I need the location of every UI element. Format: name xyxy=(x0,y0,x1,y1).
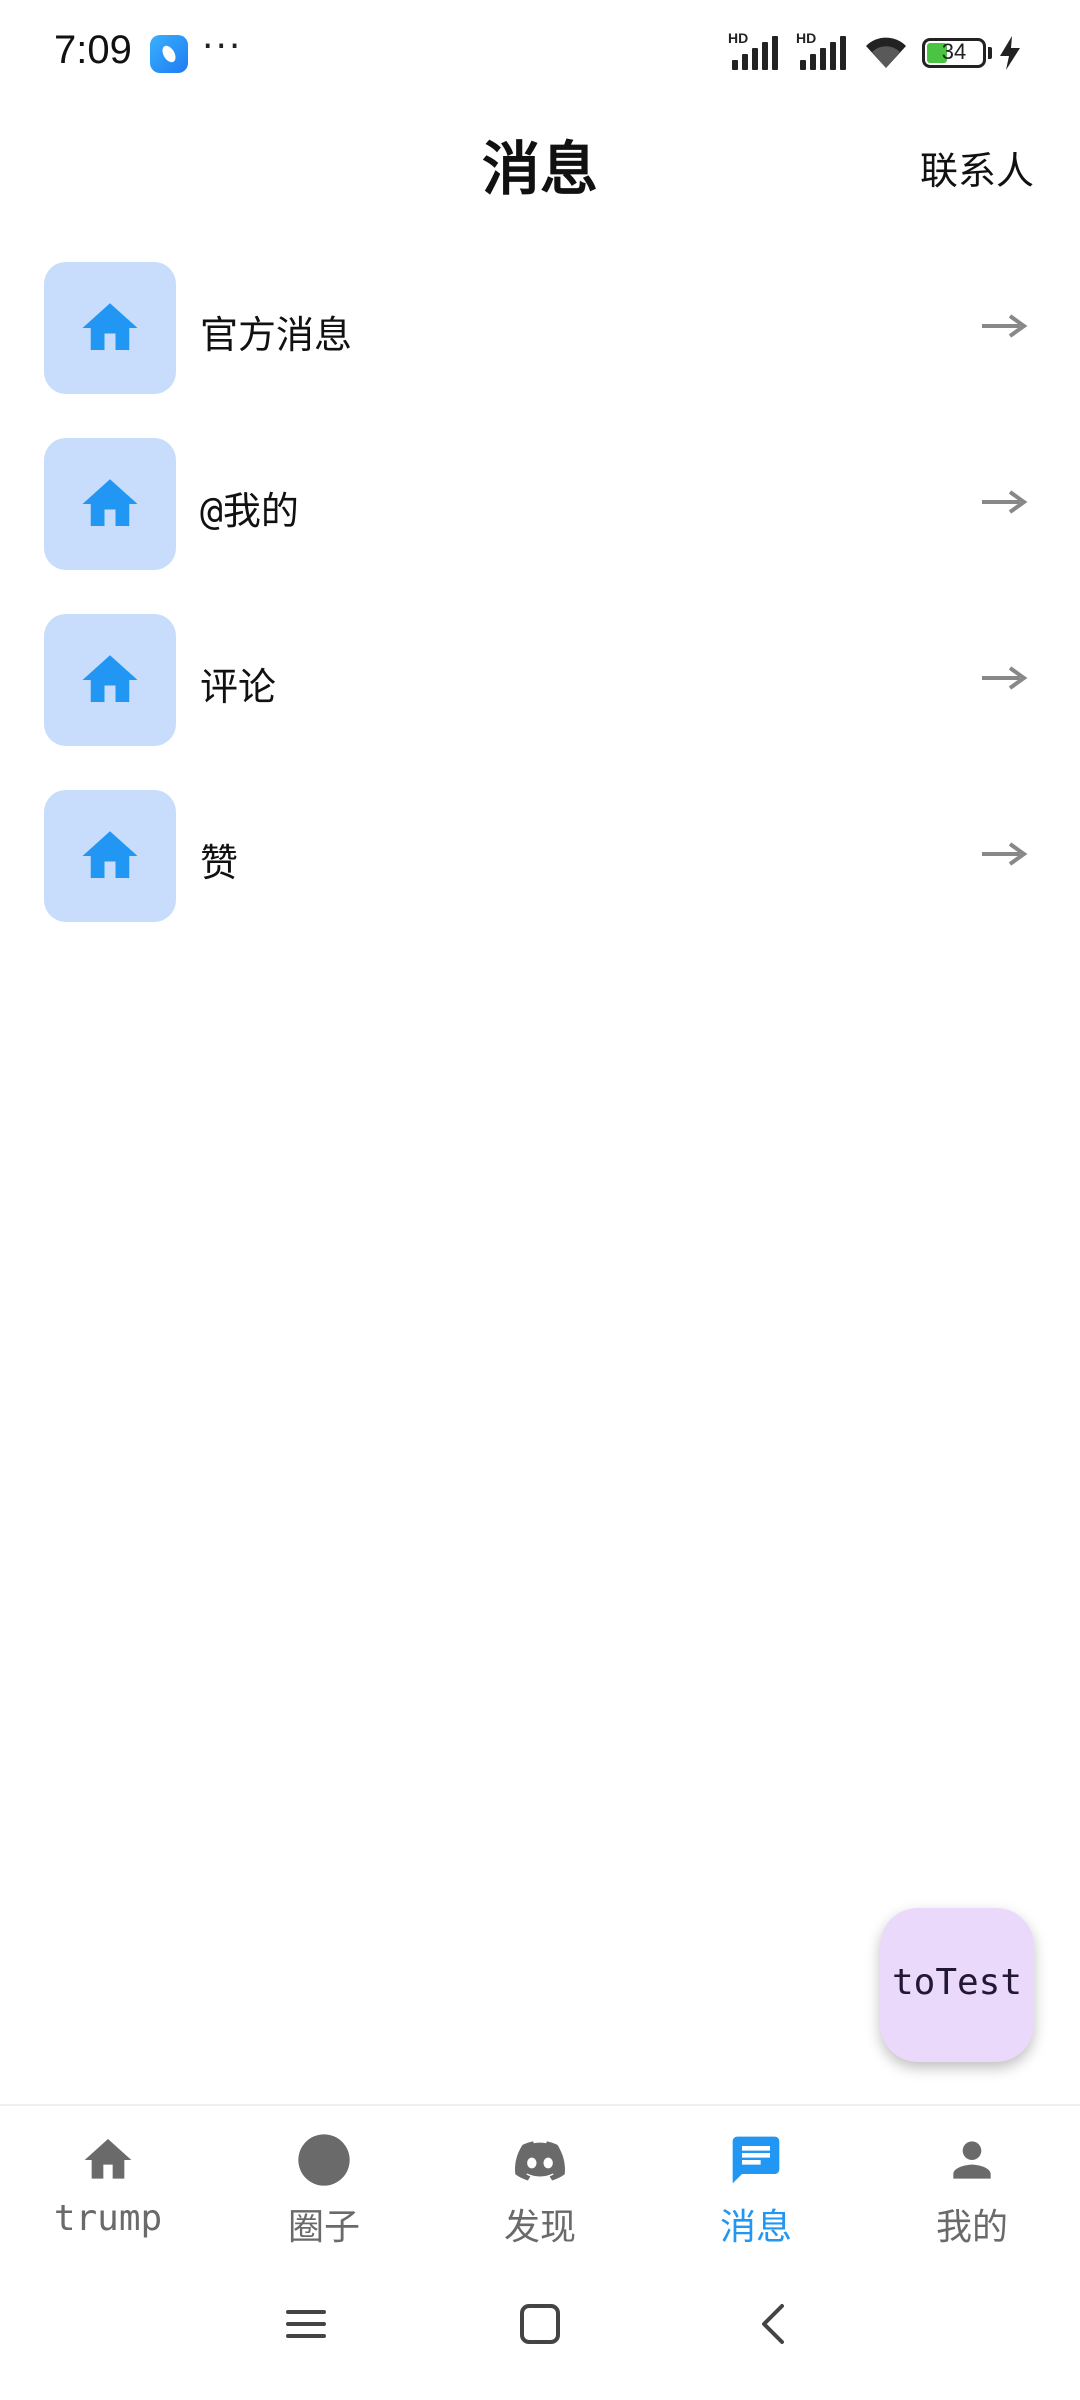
arrow-right-icon xyxy=(982,666,1028,690)
cellular-signal-2-icon: HD xyxy=(796,30,850,70)
page-title: 消息 xyxy=(481,135,598,203)
nav-label: 消息 xyxy=(719,2207,792,2248)
nav-item-mine[interactable]: 我的 xyxy=(864,2106,1080,2266)
system-navigation-bar xyxy=(0,2264,1080,2400)
battery-tip xyxy=(988,47,992,59)
message-icon xyxy=(732,2136,780,2184)
screen: 7:09 ··· HD HD 34 消息 联系人 官方消息 @我的 评论 赞 t… xyxy=(0,0,1080,2400)
list-item-comments[interactable]: 评论 xyxy=(0,612,1080,746)
home-icon xyxy=(84,2139,132,2179)
bottom-navigation: trump 圈子 发现 消息 我的 xyxy=(0,2104,1080,2266)
list-item-likes[interactable]: 赞 xyxy=(0,788,1080,922)
contacts-button[interactable]: 联系人 xyxy=(920,140,1034,195)
more-notifications-icon: ··· xyxy=(202,26,243,67)
nav-item-discover[interactable]: 发现 xyxy=(432,2106,648,2266)
circle-icon xyxy=(298,2134,350,2186)
home-icon xyxy=(44,262,176,394)
wifi-icon xyxy=(866,37,906,68)
nav-label: 圈子 xyxy=(287,2207,360,2248)
battery-icon: 34 xyxy=(922,38,986,68)
home-icon xyxy=(44,790,176,922)
list-item-label: 评论 xyxy=(200,665,277,709)
fab-label: toTest xyxy=(891,1962,1023,2003)
cellular-signal-1-icon: HD xyxy=(728,30,782,70)
status-time: 7:09 xyxy=(54,28,132,72)
nav-label: 我的 xyxy=(935,2207,1008,2248)
home-icon xyxy=(44,438,176,570)
back-icon[interactable] xyxy=(744,2294,804,2354)
nav-item-trump[interactable]: trump xyxy=(0,2106,216,2266)
arrow-right-icon xyxy=(982,842,1028,866)
person-icon xyxy=(953,2141,991,2179)
menu-icon[interactable] xyxy=(276,2294,336,2354)
list-item-mentions[interactable]: @我的 xyxy=(0,436,1080,570)
list-item-label: 官方消息 xyxy=(200,313,353,357)
nav-item-messages[interactable]: 消息 xyxy=(648,2106,864,2266)
nav-item-circle[interactable]: 圈子 xyxy=(216,2106,432,2266)
arrow-right-icon xyxy=(982,490,1028,514)
list-item-label: 赞 xyxy=(200,841,239,885)
charging-icon xyxy=(1000,36,1020,70)
nav-label: trump xyxy=(53,2198,163,2239)
discord-icon xyxy=(515,2141,565,2181)
to-test-fab-button[interactable]: toTest xyxy=(880,1908,1034,2062)
home-square-icon[interactable] xyxy=(510,2294,570,2354)
app-notification-icon xyxy=(150,35,188,73)
status-bar: 7:09 ··· HD HD 34 xyxy=(0,0,1080,100)
message-category-list: 官方消息 @我的 评论 赞 xyxy=(0,260,1080,964)
battery-level: 34 xyxy=(941,39,967,64)
arrow-right-icon xyxy=(982,314,1028,338)
home-icon xyxy=(44,614,176,746)
nav-label: 发现 xyxy=(503,2207,576,2248)
list-item-label: @我的 xyxy=(200,489,299,533)
list-item-official-messages[interactable]: 官方消息 xyxy=(0,260,1080,394)
